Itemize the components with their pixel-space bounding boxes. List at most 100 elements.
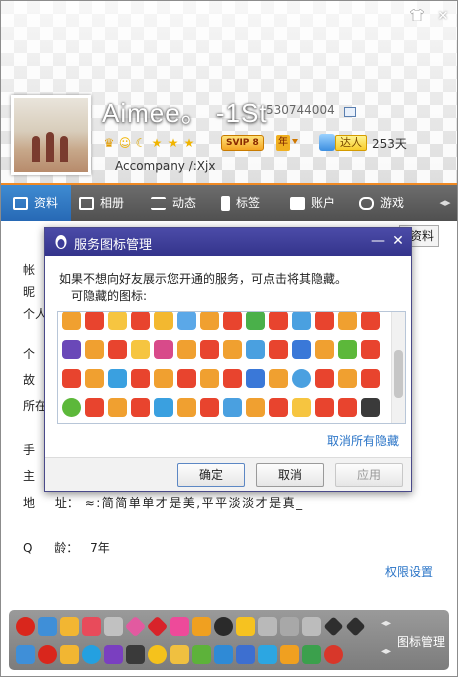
service-icon[interactable] [324,645,343,664]
service-icon[interactable] [170,645,189,664]
service-icon[interactable] [154,312,173,330]
chevron-down-icon[interactable] [292,139,298,144]
qq-number-icon[interactable] [344,107,356,117]
avatar[interactable] [11,95,91,175]
service-icon[interactable] [60,645,79,664]
service-icon[interactable] [302,645,321,664]
service-icon[interactable] [82,617,101,636]
service-icon[interactable] [177,340,196,359]
year-badge[interactable]: 年 [276,135,290,151]
service-icon[interactable] [223,369,242,388]
ok-button[interactable]: 确定 [177,463,245,487]
service-icon[interactable] [104,617,123,636]
service-icon[interactable] [108,369,127,388]
service-icon[interactable] [131,312,150,330]
service-icon[interactable] [62,369,81,388]
permission-settings-link[interactable]: 权限设置 [385,563,433,580]
cancel-button[interactable]: 取消 [256,463,324,487]
diamond-icon[interactable] [345,616,366,637]
service-icon[interactable] [192,645,211,664]
service-icon[interactable] [82,645,101,664]
service-icon[interactable] [200,340,219,359]
service-icon[interactable] [361,398,380,417]
service-icon[interactable] [85,340,104,359]
service-icon[interactable] [236,645,255,664]
dialog-title-bar[interactable]: 服务图标管理 — ✕ [45,228,411,256]
service-icon[interactable] [177,398,196,417]
service-icon[interactable] [60,617,79,636]
service-icon[interactable] [62,340,81,359]
service-icon[interactable] [292,312,311,330]
tab-profile[interactable]: 资料 [1,185,71,221]
tab-feed[interactable]: 动态 [151,185,215,221]
service-icon[interactable] [154,369,173,388]
service-icon[interactable] [214,645,233,664]
service-icon[interactable] [338,369,357,388]
service-icon[interactable] [131,369,150,388]
service-icon[interactable] [16,645,35,664]
service-icon[interactable] [223,398,242,417]
service-icon[interactable] [223,340,242,359]
service-icon[interactable] [108,340,127,359]
diamond-icon[interactable] [124,615,147,638]
shirt-icon[interactable] [408,8,426,25]
icon-manage-button[interactable]: 图标管理 [397,633,445,650]
icon-grid-scrollbar[interactable] [391,312,405,423]
minimize-icon[interactable]: — [370,232,386,250]
service-icon[interactable] [292,398,311,417]
service-icon[interactable] [338,340,357,359]
service-icon[interactable] [302,617,321,636]
close-icon[interactable]: ✕ [434,9,452,25]
service-icon[interactable] [258,645,277,664]
service-icon[interactable] [246,369,265,388]
tab-account[interactable]: 账户 [290,185,354,221]
service-icon[interactable] [246,340,265,359]
service-icon[interactable] [269,369,288,388]
service-icon[interactable] [223,312,242,330]
service-icon[interactable] [361,312,380,330]
tab-album[interactable]: 相册 [79,185,143,221]
svip-badge[interactable]: SVIP 8 [221,135,264,151]
tab-scroll-arrows[interactable]: ◂▸ [433,185,457,221]
service-icon[interactable] [280,645,299,664]
service-icon[interactable] [269,340,288,359]
close-icon[interactable]: ✕ [390,232,406,250]
service-icon[interactable] [108,398,127,417]
tab-games[interactable]: 游戏 [359,185,423,221]
service-icon[interactable] [177,369,196,388]
service-icon[interactable] [315,340,334,359]
service-icon[interactable] [192,617,211,636]
service-icon[interactable] [200,398,219,417]
service-icon[interactable] [315,369,334,388]
tray-nav-arrows[interactable]: ◂▸ [381,646,391,657]
service-icon[interactable] [85,369,104,388]
service-icon[interactable] [246,398,265,417]
service-icon[interactable] [236,617,255,636]
service-icon[interactable] [338,312,357,330]
service-icon[interactable] [108,312,127,330]
service-icon[interactable] [131,340,150,359]
service-icon[interactable] [315,312,334,330]
apply-button[interactable]: 应用 [335,463,403,487]
service-icon[interactable] [246,312,265,330]
service-icon[interactable] [154,340,173,359]
service-icon[interactable] [16,617,35,636]
service-icon[interactable] [126,645,145,664]
service-icon[interactable] [104,645,123,664]
service-icon[interactable] [361,340,380,359]
service-icon[interactable] [177,312,196,330]
service-icon[interactable] [292,340,311,359]
service-icon[interactable] [361,369,380,388]
scrollbar-thumb[interactable] [394,350,403,398]
service-icon[interactable] [154,398,173,417]
tab-tags[interactable]: 标签 [221,185,285,221]
service-icon[interactable] [200,369,219,388]
service-icon[interactable] [85,312,104,330]
tray-nav-arrows[interactable]: ◂▸ [381,618,391,629]
daren-badge[interactable]: 达人 [335,135,367,151]
diamond-icon[interactable] [146,615,169,638]
service-icon[interactable] [62,398,81,417]
service-icon[interactable] [280,617,299,636]
service-icon[interactable] [85,398,104,417]
service-icon[interactable] [315,398,334,417]
